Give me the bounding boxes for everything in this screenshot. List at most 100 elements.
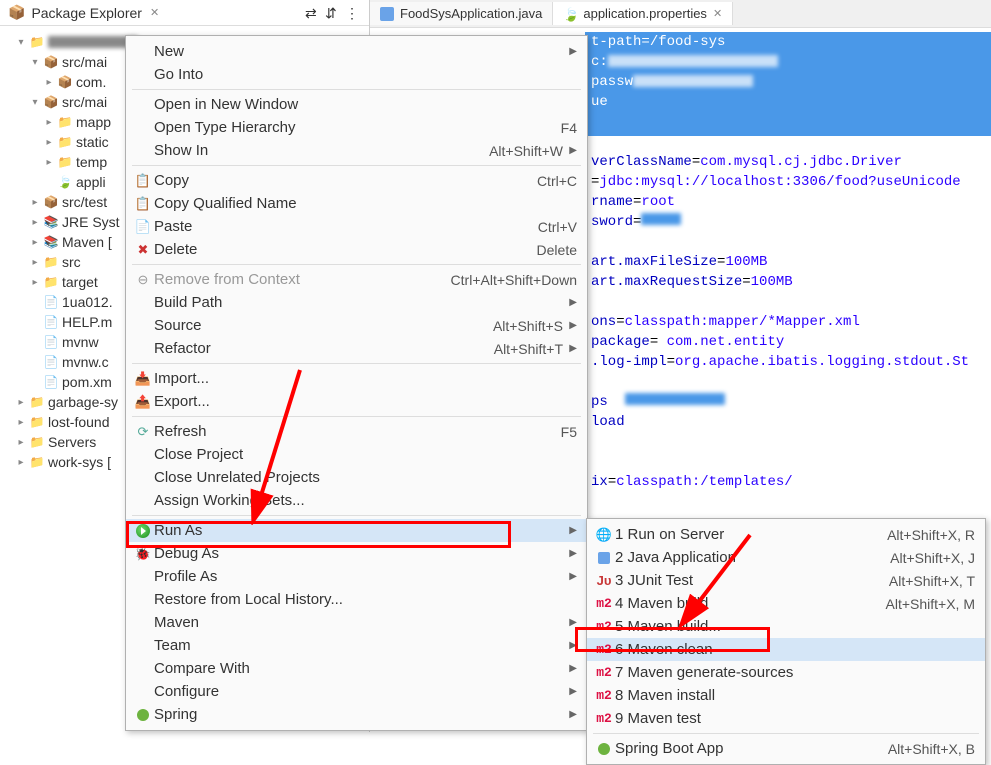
menu-remove-context: ⊖Remove from ContextCtrl+Alt+Shift+Down [126,268,587,291]
menu-maven[interactable]: Maven▶ [126,611,587,634]
tree-label: work-sys [ [48,454,111,470]
prop-key: sword [591,214,633,230]
submenu-maven-gen-sources[interactable]: m27 Maven generate-sources [587,661,985,684]
spring-icon [598,743,610,755]
prop-key: load [591,414,625,430]
package-icon: 📦 [8,4,25,21]
tree-label: HELP.m [62,314,112,330]
menu-copy[interactable]: 📋CopyCtrl+C [126,169,587,192]
tab-label: application.properties [583,6,707,21]
prop-val: org.apache.ibatis.logging.stdout.St [675,354,969,370]
maven-icon: m2 [593,711,615,726]
tree-label: Servers [48,434,96,450]
menu-close-project[interactable]: Close Project [126,443,587,466]
close-icon[interactable]: ✕ [150,6,159,19]
properties-icon: 🍃 [563,7,577,21]
tree-label: appli [76,174,106,190]
prop-val: /food-sys [650,34,726,50]
menu-compare-with[interactable]: Compare With▶ [126,657,587,680]
prop-key: ps [591,394,608,410]
prop-val: classpath:/templates/ [616,474,792,490]
link-icon[interactable]: ⇵ [325,5,341,21]
submenu-maven-build-dots[interactable]: m25 Maven build... [587,615,985,638]
prop-val: com.net.entity [658,334,784,350]
java-icon [380,7,394,21]
menu-assign-ws[interactable]: Assign Working Sets... [126,489,587,512]
menu-go-into[interactable]: Go Into [126,63,587,86]
tree-label: static [76,134,109,150]
tree-label: garbage-sy [48,394,118,410]
tree-label: mvnw [62,334,99,350]
menu-debug-as[interactable]: 🐞Debug As▶ [126,542,587,565]
submenu-maven-install[interactable]: m28 Maven install [587,684,985,707]
menu-build-path[interactable]: Build Path▶ [126,291,587,314]
tree-label: 1ua012. [62,294,113,310]
submenu-run-on-server[interactable]: 🌐1 Run on ServerAlt+Shift+X, R [587,523,985,546]
maven-icon: m2 [593,688,615,703]
menu-icon[interactable]: ⋮ [345,5,361,21]
prop-key: c: [591,54,608,70]
prop-val: com.mysql.cj.jdbc.Driver [700,154,902,170]
menu-close-unrelated[interactable]: Close Unrelated Projects [126,466,587,489]
submenu-java-app[interactable]: 2 Java ApplicationAlt+Shift+X, J [587,546,985,569]
context-menu: New▶ Go Into Open in New Window Open Typ… [125,35,588,731]
tree-label: mvnw.c [62,354,109,370]
submenu-maven-build[interactable]: m24 Maven buildAlt+Shift+X, M [587,592,985,615]
menu-open-type-hierarchy[interactable]: Open Type HierarchyF4 [126,116,587,139]
collapse-icon[interactable]: ⇄ [305,5,321,21]
prop-key: ons [591,314,616,330]
menu-restore-history[interactable]: Restore from Local History... [126,588,587,611]
prop-key: ix [591,474,608,490]
menu-refactor[interactable]: RefactorAlt+Shift+T▶ [126,337,587,360]
prop-key: verClassName [591,154,692,170]
prop-val: jdbc:mysql://localhost:3306/food?useUnic… [599,174,960,190]
menu-show-in[interactable]: Show InAlt+Shift+W▶ [126,139,587,162]
tab-java[interactable]: FoodSysApplication.java [370,2,553,25]
menu-refresh[interactable]: ⟳RefreshF5 [126,420,587,443]
tree-label: temp [76,154,107,170]
tree-label: src/mai [62,54,107,70]
tree-label: src/mai [62,94,107,110]
header-toolbar: ⇄ ⇵ ⋮ [305,5,361,21]
menu-export[interactable]: 📤Export... [126,390,587,413]
menu-paste[interactable]: 📄PasteCtrl+V [126,215,587,238]
menu-new[interactable]: New▶ [126,40,587,63]
prop-key: t-path [591,34,641,50]
submenu-junit[interactable]: Jυ3 JUnit TestAlt+Shift+X, T [587,569,985,592]
menu-profile-as[interactable]: Profile As▶ [126,565,587,588]
tree-label: target [62,274,98,290]
bug-icon: 🐞 [132,546,154,562]
prop-val: root [641,194,675,210]
menu-open-new-window[interactable]: Open in New Window [126,93,587,116]
editor-tabs: FoodSysApplication.java 🍃 application.pr… [370,0,991,28]
explorer-header: 📦 Package Explorer ✕ ⇄ ⇵ ⋮ [0,0,369,26]
prop-key: passw [591,74,633,90]
tree-label: pom.xm [62,374,112,390]
tab-properties[interactable]: 🍃 application.properties ✕ [553,2,733,25]
tab-label: FoodSysApplication.java [400,6,542,21]
spring-icon [137,709,149,721]
submenu-maven-test[interactable]: m29 Maven test [587,707,985,730]
submenu-spring-boot[interactable]: Spring Boot AppAlt+Shift+X, B [587,737,985,760]
java-icon [598,552,610,564]
prop-key: .log-impl [591,354,667,370]
menu-copy-qualified[interactable]: 📋Copy Qualified Name [126,192,587,215]
tree-label: Maven [ [62,234,112,250]
maven-icon: m2 [593,596,615,611]
tree-label: JRE Syst [62,214,120,230]
prop-key: art.maxFileSize [591,254,717,270]
tree-label: lost-found [48,414,109,430]
menu-import[interactable]: 📥Import... [126,367,587,390]
close-icon[interactable]: ✕ [713,7,722,20]
junit-icon: Jυ [593,573,615,588]
menu-configure[interactable]: Configure▶ [126,680,587,703]
menu-spring[interactable]: Spring▶ [126,703,587,726]
menu-team[interactable]: Team▶ [126,634,587,657]
prop-val: classpath:mapper/*Mapper.xml [625,314,860,330]
menu-delete[interactable]: ✖DeleteDelete [126,238,587,261]
submenu-maven-clean[interactable]: m26 Maven clean [587,638,985,661]
prop-key: package [591,334,650,350]
menu-run-as[interactable]: Run As▶ [126,519,587,542]
prop-val: 100MB [725,254,767,270]
menu-source[interactable]: SourceAlt+Shift+S▶ [126,314,587,337]
